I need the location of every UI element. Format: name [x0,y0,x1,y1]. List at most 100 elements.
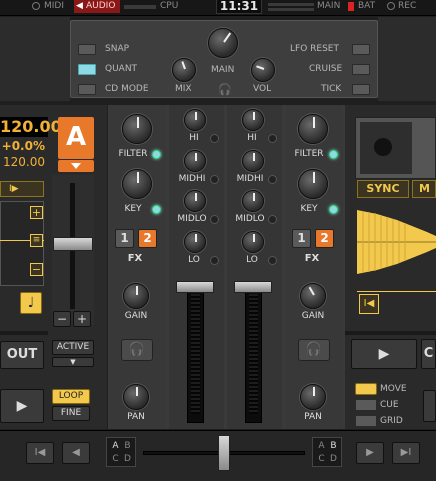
right-cue-button[interactable]: 🎧 [298,339,330,361]
rec-indicator-icon [387,2,395,10]
right-assign-a[interactable]: A [316,441,327,452]
deck-b-master-button[interactable]: M [412,180,436,198]
prev-track-button[interactable]: I◀ [26,442,54,464]
right-midlo-knob[interactable] [242,190,264,212]
left-filter-knob[interactable] [122,114,152,144]
right-volume-fader[interactable] [234,281,272,293]
deck-a-pitch: +0.0% [1,139,45,153]
mix-knob[interactable] [172,58,196,82]
deck-b-play-button[interactable]: ▶ [351,339,417,369]
left-fx2-button[interactable]: 2 [138,229,157,248]
left-filter-label: FILTER [118,149,148,159]
cd-mode-button[interactable] [78,84,96,95]
left-fx-label: FX [127,253,143,264]
right-midlo-kill[interactable] [268,215,277,224]
left-midhi-kill[interactable] [210,175,219,184]
rec-label: REC [398,1,417,11]
deck-b-sync-button[interactable]: SYNC [357,180,409,198]
left-assign-c[interactable]: C [110,454,121,465]
deck-a-menu-arrow[interactable] [58,160,94,172]
headphone-volume-knob[interactable] [251,58,275,82]
main-volume-knob[interactable] [208,28,238,58]
left-hi-knob[interactable] [184,109,206,131]
right-assign-b[interactable]: B [328,441,339,452]
left-midlo-knob[interactable] [184,190,206,212]
deck-a-tempo-fader[interactable] [53,237,93,251]
audio-label: AUDIO [86,1,116,11]
left-pan-knob[interactable] [123,384,149,410]
deck-a-letter[interactable]: A [58,117,94,159]
mixer: FILTER KEY 1 2 FX GAIN 🎧 PAN HI MIDHI MI… [108,105,345,429]
deck-b-side-button[interactable] [423,390,436,422]
right-filter-knob[interactable] [298,114,328,144]
left-assign-b[interactable]: B [122,441,133,452]
left-assign-d[interactable]: D [122,454,133,465]
left-key-led[interactable] [152,205,161,214]
left-lo-knob[interactable] [184,231,206,253]
deck-a-tempo-plus[interactable]: + [73,311,91,327]
right-fx2-button[interactable]: 2 [315,229,334,248]
deck-a-note-button[interactable]: ♩ [20,292,42,314]
crossfader[interactable] [218,435,230,471]
tick-button[interactable] [352,84,370,95]
left-cue-button[interactable]: 🎧 [121,339,153,361]
deck-a-minus-icon[interactable]: − [30,263,43,276]
left-filter-led[interactable] [152,150,161,159]
deck-a-fine-button[interactable]: FINE [52,406,90,421]
mix-label: MIX [175,84,192,94]
audio-indicator[interactable]: ◀ AUDIO [74,0,120,13]
battery-icon [348,2,354,11]
seek-back-button[interactable]: ◀ [62,442,90,464]
left-lo-kill[interactable] [210,256,219,265]
right-midhi-knob[interactable] [242,150,264,172]
deck-a-active-button[interactable]: ACTIVE [52,340,94,355]
right-gain-knob[interactable] [300,283,326,309]
deck-b-cue-button[interactable]: C [421,339,436,369]
left-key-knob[interactable] [122,169,152,199]
left-gain-knob[interactable] [123,283,149,309]
cruise-button[interactable] [352,64,370,75]
quant-button[interactable] [78,64,96,75]
deck-b-move-button[interactable] [355,383,377,395]
right-hi-kill[interactable] [268,134,277,143]
left-midlo-label: MIDLO [177,214,207,224]
deck-a-cue-play-button[interactable]: I▶ [0,181,44,197]
left-hi-kill[interactable] [210,134,219,143]
deck-a-plus-icon[interactable]: + [30,206,43,219]
right-hi-knob[interactable] [242,109,264,131]
right-filter-led[interactable] [329,150,338,159]
snap-button[interactable] [78,44,96,55]
deck-a-active-arrow[interactable]: ▼ [52,357,94,367]
status-bar: MIDI ◀ AUDIO CPU 11:31 MAIN BAT REC [0,0,436,16]
seek-fwd-button[interactable]: ▶ [356,442,384,464]
deck-a-tempo-minus[interactable]: − [53,311,71,327]
deck-a-tempo-fader-panel [52,175,94,325]
right-fx1-button[interactable]: 1 [292,229,311,248]
deck-a-loop-icon[interactable]: ≡ [30,234,43,247]
right-key-led[interactable] [329,205,338,214]
right-midhi-kill[interactable] [268,175,277,184]
left-fx1-button[interactable]: 1 [115,229,134,248]
next-track-button[interactable]: ▶I [392,442,420,464]
deck-b-cue-start-button[interactable]: I◀ [359,294,379,314]
right-lo-knob[interactable] [242,231,264,253]
right-pan-knob[interactable] [300,384,326,410]
lfo-reset-button[interactable] [352,44,370,55]
deck-b-cue-mode-button[interactable] [355,399,377,411]
left-assign-a[interactable]: A [110,441,121,452]
deck-b-grid-button[interactable] [355,415,377,427]
right-lo-kill[interactable] [268,256,277,265]
left-gain-label: GAIN [124,311,148,321]
deck-a-play-button[interactable]: ▶ [0,389,44,423]
left-volume-fader[interactable] [176,281,214,293]
left-midlo-kill[interactable] [210,215,219,224]
deck-b-waveform[interactable] [357,202,436,282]
right-assign-c[interactable]: C [316,454,327,465]
right-filter-label: FILTER [294,149,324,159]
left-midhi-knob[interactable] [184,150,206,172]
cruise-label: CRUISE [309,64,343,74]
deck-a-loop-button[interactable]: LOOP [52,389,90,404]
right-assign-d[interactable]: D [328,454,339,465]
deck-a-out-button[interactable]: OUT [0,341,44,369]
right-key-knob[interactable] [298,169,328,199]
